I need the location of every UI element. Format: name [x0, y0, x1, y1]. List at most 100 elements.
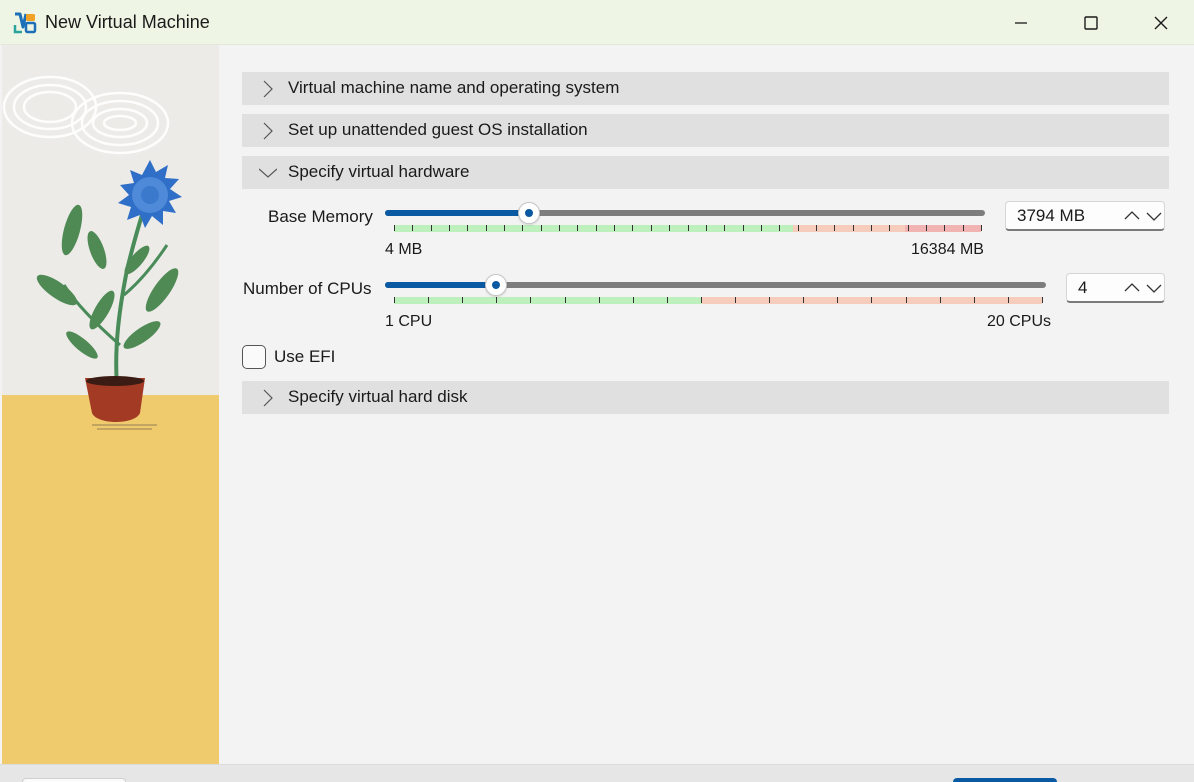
- slider-tick: [485, 225, 487, 231]
- slider-tick: [650, 225, 652, 231]
- title-bar: New Virtual Machine: [0, 0, 1194, 45]
- slider-tick: [687, 225, 689, 231]
- slider-tick: [614, 225, 616, 231]
- slider-tick: [815, 225, 817, 231]
- slider-thumb[interactable]: [484, 274, 507, 296]
- section-label: Specify virtual hard disk: [288, 387, 468, 406]
- slider-tick: [803, 297, 805, 303]
- slider-tick: [530, 297, 532, 303]
- memory-max-label: 16384 MB: [911, 241, 984, 258]
- spinbox-value: 4: [1078, 278, 1088, 297]
- section-unattended-install[interactable]: Set up unattended guest OS installation: [242, 114, 1169, 147]
- slider-tick: [449, 225, 451, 231]
- minimize-icon: [1015, 21, 1027, 24]
- close-icon: [1154, 16, 1168, 29]
- slider-tick: [394, 297, 395, 303]
- slider-tick: [595, 225, 597, 231]
- slider-tick: [1007, 297, 1009, 303]
- slider-tick: [742, 225, 744, 231]
- spinbox-value: 3794 MB: [1017, 206, 1086, 225]
- slider-tick: [467, 225, 469, 231]
- slider-fill: [385, 210, 529, 216]
- section-virtual-hard-disk[interactable]: Specify virtual hard disk: [242, 381, 1169, 414]
- slider-tick: [522, 225, 524, 231]
- section-name-and-os[interactable]: Virtual machine name and operating syste…: [242, 72, 1169, 105]
- minimize-button[interactable]: [986, 0, 1056, 45]
- slider-tick: [907, 225, 909, 231]
- slider-tick: [769, 297, 771, 303]
- cpu-count-label: Number of CPUs: [243, 279, 372, 298]
- slider-tick: [944, 225, 946, 231]
- slider-tick: [925, 225, 927, 231]
- slider-tick: [559, 225, 561, 231]
- slider-tick: [504, 225, 506, 231]
- slider-tick: [430, 225, 432, 231]
- slider-fill: [385, 282, 496, 288]
- help-button[interactable]: [22, 778, 126, 782]
- slider-tick: [577, 225, 579, 231]
- slider-tick: [834, 225, 836, 231]
- base-memory-slider[interactable]: [385, 202, 985, 235]
- slider-tick: [797, 225, 799, 231]
- chevron-right-icon: [263, 122, 273, 140]
- slider-tick: [962, 225, 964, 231]
- slider-tick: [540, 225, 542, 231]
- slider-tick: [462, 297, 464, 303]
- section-label: Specify virtual hardware: [288, 162, 470, 181]
- maximize-button[interactable]: [1056, 0, 1126, 45]
- section-label: Virtual machine name and operating syste…: [288, 78, 620, 97]
- slider-tick: [705, 225, 707, 231]
- slider-tick: [428, 297, 430, 303]
- slider-tick: [700, 297, 702, 303]
- slider-tick: [870, 225, 872, 231]
- chevron-down-icon[interactable]: [1146, 281, 1162, 295]
- slider-tick: [889, 225, 891, 231]
- window-title: New Virtual Machine: [45, 12, 210, 32]
- slider-tick: [669, 225, 671, 231]
- maximize-icon: [1084, 15, 1098, 30]
- slider-tick: [973, 297, 975, 303]
- slider-tick: [724, 225, 726, 231]
- base-memory-spinbox[interactable]: 3794 MB: [1005, 201, 1165, 231]
- base-memory-label: Base Memory: [268, 207, 373, 226]
- slider-tick: [939, 297, 941, 303]
- slider-tick: [1042, 297, 1043, 303]
- section-virtual-hardware[interactable]: Specify virtual hardware: [242, 156, 1169, 189]
- slider-tick: [394, 225, 395, 231]
- use-efi-checkbox[interactable]: [242, 345, 266, 369]
- slider-tick: [760, 225, 762, 231]
- close-button[interactable]: [1126, 0, 1194, 45]
- slider-ticks: [394, 297, 1043, 303]
- slider-tick: [779, 225, 781, 231]
- wizard-illustration: [2, 45, 219, 764]
- memory-min-label: 4 MB: [385, 241, 423, 258]
- section-label: Set up unattended guest OS installation: [288, 120, 588, 139]
- slider-tick: [871, 297, 873, 303]
- slider-tick: [564, 297, 566, 303]
- slider-tick: [837, 297, 839, 303]
- slider-thumb[interactable]: [517, 202, 540, 224]
- use-efi-label[interactable]: Use EFI: [274, 347, 335, 367]
- slider-tick: [666, 297, 668, 303]
- cpu-min-label: 1 CPU: [385, 313, 433, 330]
- wizard-content: Virtual machine name and operating syste…: [219, 45, 1194, 764]
- slider-tick: [735, 297, 737, 303]
- chevron-up-icon[interactable]: [1124, 281, 1140, 295]
- slider-tick: [981, 225, 982, 231]
- finish-button[interactable]: [953, 778, 1057, 782]
- slider-tick: [852, 225, 854, 231]
- cpu-max-label: 20 CPUs: [987, 313, 1052, 330]
- cpu-count-slider[interactable]: [385, 274, 1046, 307]
- slider-tick: [632, 297, 634, 303]
- slider-tick: [632, 225, 634, 231]
- slider-tick: [412, 225, 414, 231]
- slider-tick: [496, 297, 498, 303]
- chevron-up-icon[interactable]: [1124, 209, 1140, 223]
- cpu-count-spinbox[interactable]: 4: [1066, 273, 1165, 303]
- slider-tick: [905, 297, 907, 303]
- chevron-right-icon: [263, 80, 273, 98]
- slider-ticks: [394, 225, 982, 231]
- slider-tick: [598, 297, 600, 303]
- chevron-down-icon: [259, 168, 277, 178]
- chevron-down-icon[interactable]: [1146, 209, 1162, 223]
